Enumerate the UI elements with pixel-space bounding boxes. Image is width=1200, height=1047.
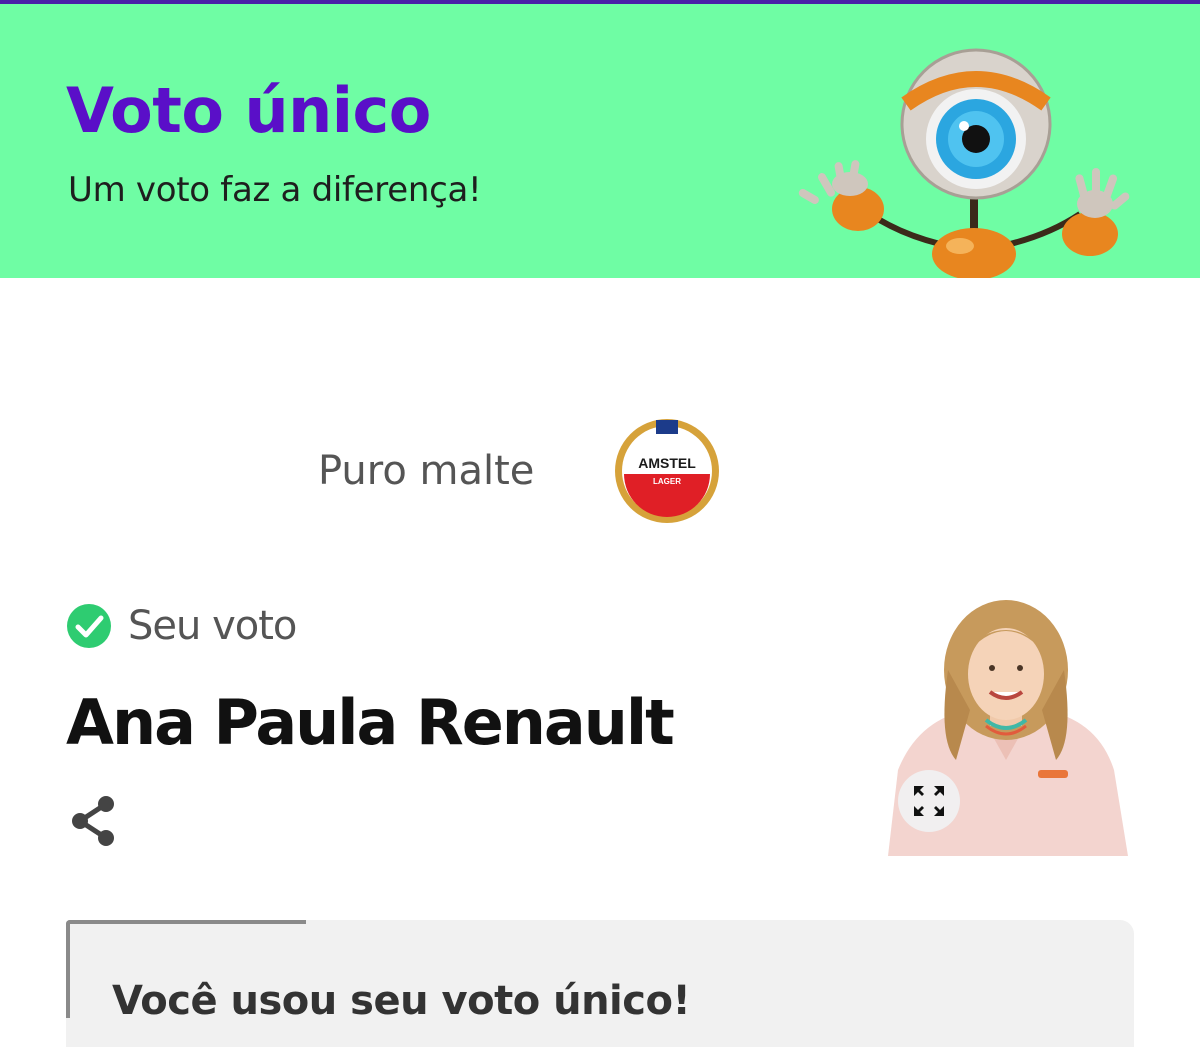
vote-header-banner: Voto único Um voto faz a diferença! <box>0 4 1200 278</box>
expand-photo-button[interactable] <box>898 770 960 832</box>
page-title: Voto único <box>66 74 431 147</box>
amstel-logo-subtext: LAGER <box>653 477 681 486</box>
expand-icon <box>914 786 944 816</box>
vote-status: Seu voto <box>66 600 297 652</box>
share-icon[interactable] <box>68 794 120 848</box>
page-subtitle: Um voto faz a diferença! <box>68 170 482 210</box>
amstel-logo: AMSTEL LAGER <box>615 419 719 523</box>
card-accent-top <box>66 920 306 924</box>
sponsor-tagline: Puro malte <box>318 448 535 494</box>
vote-confirmation-card: Você usou seu voto único! <box>66 920 1134 1047</box>
amstel-logo-text: AMSTEL <box>638 455 696 471</box>
card-accent-left <box>66 920 70 1018</box>
vote-status-label: Seu voto <box>128 603 297 649</box>
vote-confirmation-title: Você usou seu voto único! <box>112 978 691 1024</box>
big-brother-mascot-icon <box>798 48 1130 278</box>
check-circle-icon <box>67 604 111 648</box>
candidate-name: Ana Paula Renault <box>66 686 675 759</box>
